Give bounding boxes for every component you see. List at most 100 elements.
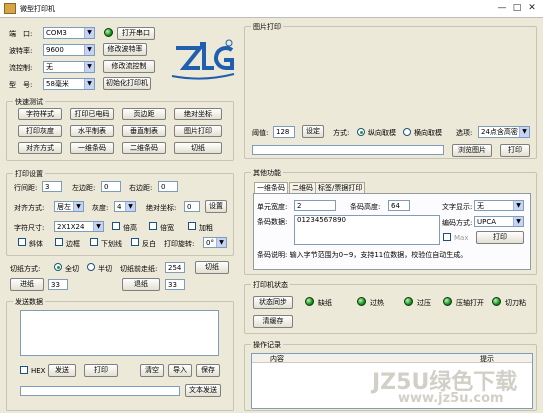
- flow-select[interactable]: 无 ▼: [43, 61, 95, 73]
- align-button[interactable]: 对齐方式: [18, 142, 62, 154]
- right-margin-input[interactable]: 0: [158, 181, 178, 192]
- model-select[interactable]: 58毫米 ▼: [43, 78, 95, 90]
- send-data-textarea[interactable]: [20, 310, 219, 356]
- double-height-checkbox[interactable]: [112, 222, 120, 230]
- close-button[interactable]: ✕: [525, 2, 539, 15]
- cut-button[interactable]: 切纸: [195, 261, 229, 274]
- zlg-logo: [170, 38, 236, 86]
- rotate-select[interactable]: 0° ▼: [203, 237, 227, 248]
- chevron-down-icon: ▼: [84, 28, 94, 38]
- bold-checkbox[interactable]: [188, 222, 196, 230]
- cutter-jam-label: 切刀粘: [505, 299, 526, 307]
- save-button[interactable]: 保存: [196, 364, 220, 377]
- left-margin-input[interactable]: 0: [101, 181, 121, 192]
- max-label: Max: [454, 234, 469, 242]
- send-data-title: 发送数据: [13, 297, 45, 307]
- other-functions-title: 其他功能: [251, 168, 283, 178]
- cut-paper-button[interactable]: 切纸: [174, 142, 222, 154]
- char-size-select[interactable]: 2X1X24 ▼: [54, 221, 104, 232]
- print-setup-button[interactable]: 设置: [205, 200, 227, 213]
- barcode-1d-button[interactable]: 一维条码: [70, 142, 114, 154]
- clear-buffer-button[interactable]: 清缓存: [253, 315, 293, 328]
- watermark-url: www.jz5u.com: [398, 391, 504, 406]
- threshold-set-button[interactable]: 设定: [302, 125, 324, 138]
- hex-checkbox[interactable]: [20, 366, 28, 374]
- full-cut-label: 全切: [65, 265, 79, 273]
- back-feed-button[interactable]: 退纸: [122, 278, 160, 291]
- bar-height-input[interactable]: 64: [388, 200, 410, 211]
- page-margin-button[interactable]: 页边距: [122, 108, 166, 120]
- print-settings-title: 打印设置: [13, 169, 45, 179]
- code-type-select[interactable]: UPCA ▼: [474, 216, 524, 227]
- print-code-button[interactable]: 打印已电码: [70, 108, 114, 120]
- text-show-select[interactable]: 无 ▼: [474, 200, 524, 211]
- image-print-go-button[interactable]: 打印: [500, 144, 530, 157]
- left-margin-label: 左边距:: [72, 184, 96, 192]
- double-width-checkbox[interactable]: [149, 222, 157, 230]
- unit-width-label: 单元宽度:: [257, 203, 288, 211]
- set-flow-button[interactable]: 修改流控制: [103, 60, 155, 73]
- open-port-button[interactable]: 打开串口: [117, 27, 155, 40]
- align-select[interactable]: 居左 ▼: [54, 201, 84, 212]
- overvoltage-led-icon: [404, 297, 413, 306]
- h-tab-button[interactable]: 水平制表: [70, 125, 114, 137]
- send-button[interactable]: 发送: [48, 364, 76, 377]
- minimize-button[interactable]: —: [495, 2, 509, 15]
- right-margin-label: 右边距:: [129, 184, 153, 192]
- unit-width-input[interactable]: 2: [294, 200, 336, 211]
- app-icon: [4, 3, 16, 14]
- log-col-hint: 提示: [480, 355, 494, 363]
- abs-coord-button[interactable]: 绝对坐标: [174, 108, 222, 120]
- back-feed-input[interactable]: 33: [165, 279, 185, 290]
- gray-select[interactable]: 4 ▼: [114, 201, 136, 212]
- threshold-input[interactable]: 128: [273, 126, 295, 138]
- double-height-label: 倍高: [123, 224, 137, 232]
- feed-input[interactable]: 33: [48, 279, 68, 290]
- code-data-label: 条码数据:: [257, 218, 288, 226]
- print-gray-button[interactable]: 打印灰度: [18, 125, 62, 137]
- pre-feed-input[interactable]: 254: [165, 262, 185, 273]
- italic-checkbox[interactable]: [18, 238, 26, 246]
- code-data-textarea[interactable]: 01234567890: [294, 215, 440, 245]
- chevron-down-icon: ▼: [84, 79, 94, 89]
- import-button[interactable]: 导入: [168, 364, 192, 377]
- v-tab-button[interactable]: 垂直制表: [122, 125, 166, 137]
- pre-feed-label: 切纸前走纸:: [120, 265, 158, 273]
- maximize-button[interactable]: □: [510, 2, 524, 15]
- port-label: 端 口:: [9, 30, 33, 38]
- inverse-checkbox[interactable]: [131, 238, 139, 246]
- baud-select[interactable]: 9600 ▼: [43, 44, 95, 56]
- max-checkbox[interactable]: [443, 233, 451, 241]
- overvoltage-label: 过压: [417, 299, 431, 307]
- half-cut-radio[interactable]: [87, 263, 95, 271]
- send-print-button[interactable]: 打印: [84, 364, 118, 377]
- text-send-button[interactable]: 文本发送: [185, 384, 221, 397]
- title-bar: 微型打印机 — □ ✕: [0, 0, 543, 18]
- browse-image-button[interactable]: 浏览图片: [452, 144, 492, 157]
- barcode-print-button[interactable]: 打印: [476, 231, 524, 244]
- mode-vertical-radio[interactable]: [357, 128, 365, 136]
- option-label: 选项:: [456, 129, 473, 137]
- paper-out-label: 缺纸: [318, 299, 332, 307]
- image-print-button[interactable]: 图片打印: [174, 125, 222, 137]
- port-select[interactable]: COM3 ▼: [43, 27, 95, 39]
- full-cut-radio[interactable]: [54, 263, 62, 271]
- chevron-down-icon: ▼: [513, 201, 523, 210]
- feed-button[interactable]: 进纸: [10, 278, 44, 291]
- init-printer-button[interactable]: 初始化打印机: [103, 77, 151, 90]
- set-baud-button[interactable]: 修改波特率: [103, 43, 147, 56]
- outline-checkbox[interactable]: [55, 238, 63, 246]
- paper-out-led-icon: [305, 297, 314, 306]
- underline-checkbox[interactable]: [90, 238, 98, 246]
- clear-button[interactable]: 清空: [140, 364, 164, 377]
- chevron-down-icon: ▼: [84, 45, 94, 55]
- chevron-down-icon: ▼: [93, 222, 103, 231]
- barcode-2d-button[interactable]: 二维条码: [122, 142, 166, 154]
- mode-horizontal-radio[interactable]: [403, 128, 411, 136]
- status-sync-button[interactable]: 状态同步: [253, 296, 293, 309]
- abs-coord-input[interactable]: 0: [184, 201, 200, 212]
- line-spacing-input[interactable]: 3: [42, 181, 62, 192]
- option-select[interactable]: 24点含高密 ▼: [478, 126, 530, 138]
- char-style-button[interactable]: 字符样式: [18, 108, 62, 120]
- threshold-label: 阈值:: [252, 129, 269, 137]
